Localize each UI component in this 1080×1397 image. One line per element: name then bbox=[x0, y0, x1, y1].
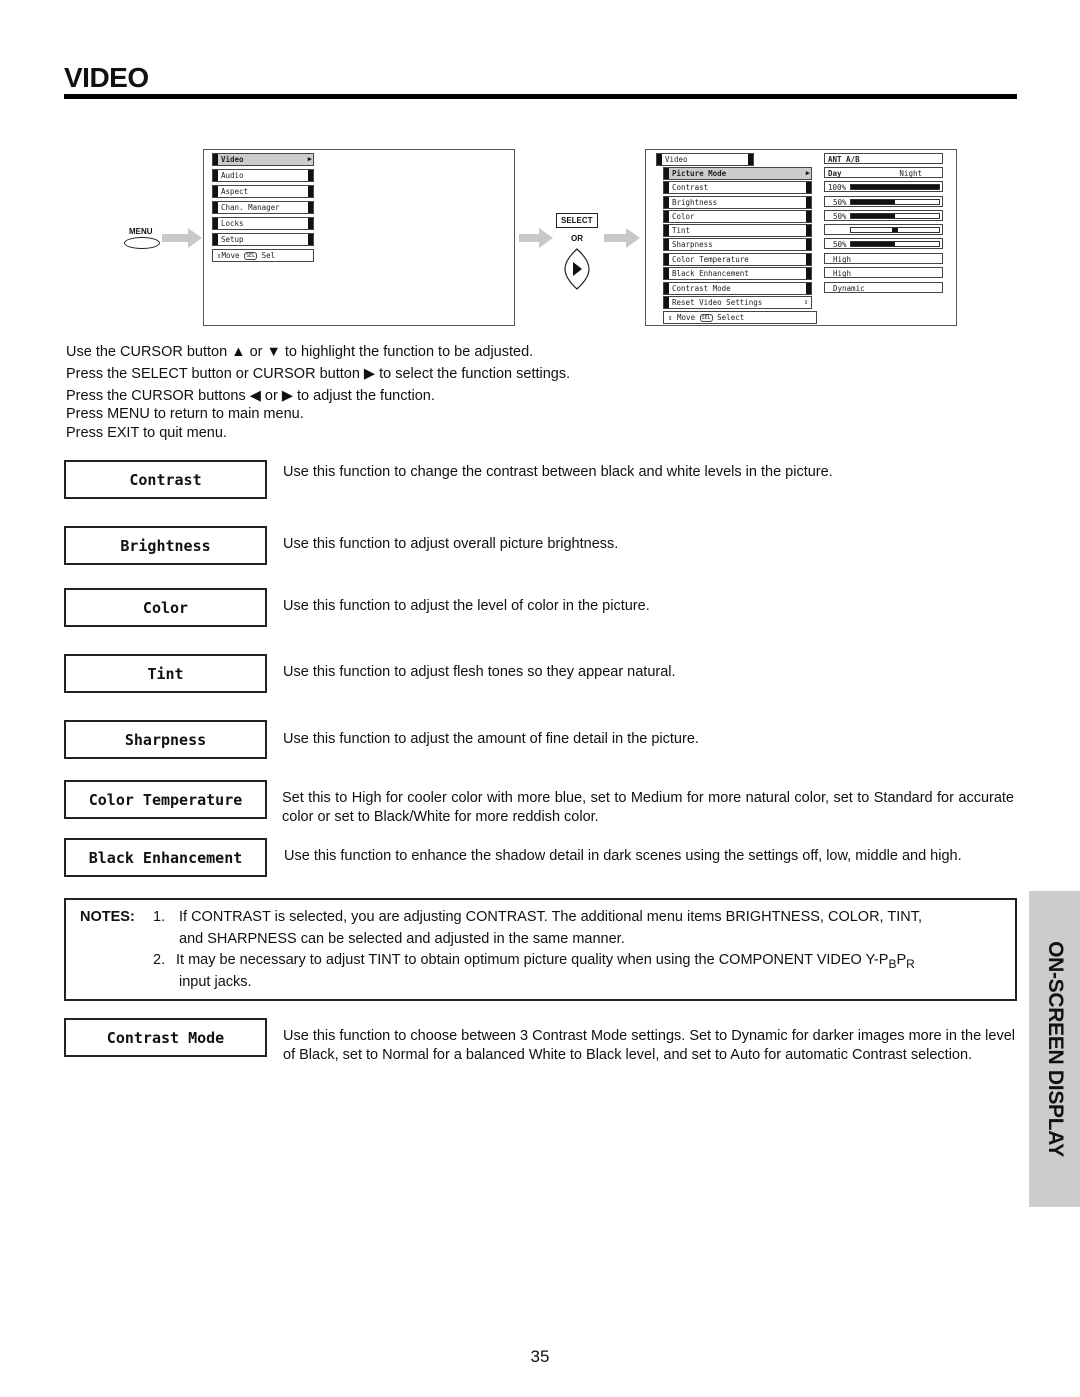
video-menu-item: Contrast Mode bbox=[663, 282, 812, 295]
instruction-line: Press the CURSOR buttons ◀ or ▶ to adjus… bbox=[66, 388, 435, 404]
tint-value bbox=[824, 224, 943, 235]
notes-label: NOTES: bbox=[80, 909, 135, 925]
video-menu-header: Video bbox=[656, 153, 754, 166]
scroll-down-icon: ⇕ bbox=[803, 298, 808, 306]
function-description-brightness: Use this function to adjust overall pict… bbox=[283, 536, 619, 552]
contrast-slider bbox=[850, 184, 940, 190]
notes-box: NOTES: 1. If CONTRAST is selected, you a… bbox=[64, 898, 1017, 1001]
sharpness-value: 50% bbox=[824, 238, 943, 249]
menu-button-icon bbox=[124, 237, 160, 249]
video-menu-screen: Video Picture Mode ▶ Contrast Brightness Col… bbox=[645, 149, 957, 326]
video-menu-item: Color Temperature bbox=[663, 253, 812, 266]
contrast-mode-value: Dynamic bbox=[824, 282, 943, 293]
video-menu-item: Brightness bbox=[663, 196, 812, 209]
video-menu-item: Contrast bbox=[663, 181, 812, 194]
video-menu-item: Black Enhancement bbox=[663, 267, 812, 280]
menu-button-label: MENU bbox=[129, 227, 153, 236]
picture-mode-value: Day Night bbox=[824, 167, 943, 178]
sel-badge: SEL bbox=[244, 252, 258, 260]
main-menu-item: Chan. Manager bbox=[212, 201, 314, 214]
function-label-sharpness: Sharpness bbox=[64, 720, 267, 759]
instruction-line: Press EXIT to quit menu. bbox=[66, 425, 227, 441]
function-label-contrast-mode: Contrast Mode bbox=[64, 1018, 267, 1057]
video-menu-help: ⇕ Move SEL Select bbox=[663, 311, 817, 324]
function-description-tint: Use this function to adjust flesh tones … bbox=[283, 664, 676, 680]
section-side-tab-label: ON-SCREEN DISPLAY bbox=[1043, 941, 1067, 1157]
function-description-color-temperature: Set this to High for cooler color with m… bbox=[282, 790, 1014, 825]
main-menu-item: Aspect bbox=[212, 185, 314, 198]
cursor-right-button-icon bbox=[564, 248, 590, 290]
brightness-slider bbox=[850, 199, 940, 205]
brightness-value: 50% bbox=[824, 196, 943, 207]
note-text: If CONTRAST is selected, you are adjusti… bbox=[179, 909, 922, 925]
color-temperature-value: High bbox=[824, 253, 943, 264]
note-text: It may be necessary to adjust TINT to ob… bbox=[176, 952, 915, 971]
color-value: 50% bbox=[824, 210, 943, 221]
function-description-sharpness: Use this function to adjust the amount o… bbox=[283, 731, 699, 747]
note-text: input jacks. bbox=[179, 974, 252, 990]
main-menu-item: Audio bbox=[212, 169, 314, 182]
contrast-value: 100% bbox=[824, 181, 943, 192]
page-number: 35 bbox=[530, 1347, 550, 1366]
tint-slider bbox=[850, 227, 940, 233]
color-slider bbox=[850, 213, 940, 219]
sel-badge: SEL bbox=[699, 314, 713, 322]
arrow-right-icon bbox=[519, 228, 553, 248]
note-text: and SHARPNESS can be selected and adjust… bbox=[179, 931, 625, 947]
arrow-right-icon bbox=[162, 228, 202, 248]
main-menu-help: ⇕Move SEL Sel bbox=[212, 249, 314, 262]
function-label-black-enhancement: Black Enhancement bbox=[64, 838, 267, 877]
function-label-tint: Tint bbox=[64, 654, 267, 693]
main-menu-item: Setup bbox=[212, 233, 314, 246]
instruction-line: Press MENU to return to main menu. bbox=[66, 406, 304, 422]
submenu-arrow-icon: ▶ bbox=[805, 169, 810, 177]
video-menu-item: Tint bbox=[663, 224, 812, 237]
input-source-value: ANT A/B bbox=[824, 153, 943, 164]
select-button: SELECT bbox=[556, 213, 598, 228]
video-menu-item: Color bbox=[663, 210, 812, 223]
function-label-color-temperature: Color Temperature bbox=[64, 780, 267, 819]
submenu-arrow-icon: ▶ bbox=[307, 155, 312, 163]
black-enhancement-value: High bbox=[824, 267, 943, 278]
move-arrows-icon: ⇕ bbox=[668, 313, 673, 322]
function-label-brightness: Brightness bbox=[64, 526, 267, 565]
instruction-line: Use the CURSOR button ▲ or ▼ to highligh… bbox=[66, 344, 534, 360]
function-description-black-enhancement: Use this function to enhance the shadow … bbox=[284, 848, 962, 864]
function-label-color: Color bbox=[64, 588, 267, 627]
video-menu-item: Sharpness bbox=[663, 238, 812, 251]
main-menu-item: Video ▶ bbox=[212, 153, 314, 166]
sharpness-slider bbox=[850, 241, 940, 247]
instruction-line: Press the SELECT button or CURSOR button… bbox=[66, 366, 571, 382]
arrow-right-icon bbox=[604, 228, 640, 248]
video-menu-item: Reset Video Settings ⇕ bbox=[663, 296, 812, 309]
page-title: VIDEO bbox=[64, 62, 149, 93]
function-label-contrast: Contrast bbox=[64, 460, 267, 499]
function-description-contrast: Use this function to change the contrast… bbox=[283, 464, 833, 480]
note-number: 2. bbox=[153, 952, 166, 968]
note-number: 1. bbox=[153, 909, 166, 925]
function-description-contrast-mode: Use this function to choose between 3 Co… bbox=[283, 1028, 1015, 1063]
video-menu-item: Picture Mode ▶ bbox=[663, 167, 812, 180]
section-side-tab: ON-SCREEN DISPLAY bbox=[1029, 891, 1080, 1207]
function-description-color: Use this function to adjust the level of… bbox=[283, 598, 650, 614]
main-menu-item: Locks bbox=[212, 217, 314, 230]
or-label: OR bbox=[571, 234, 583, 243]
title-divider bbox=[64, 94, 1017, 99]
main-menu-screen: Video ▶ Audio Aspect Chan. Manager Locks Setup… bbox=[203, 149, 515, 326]
